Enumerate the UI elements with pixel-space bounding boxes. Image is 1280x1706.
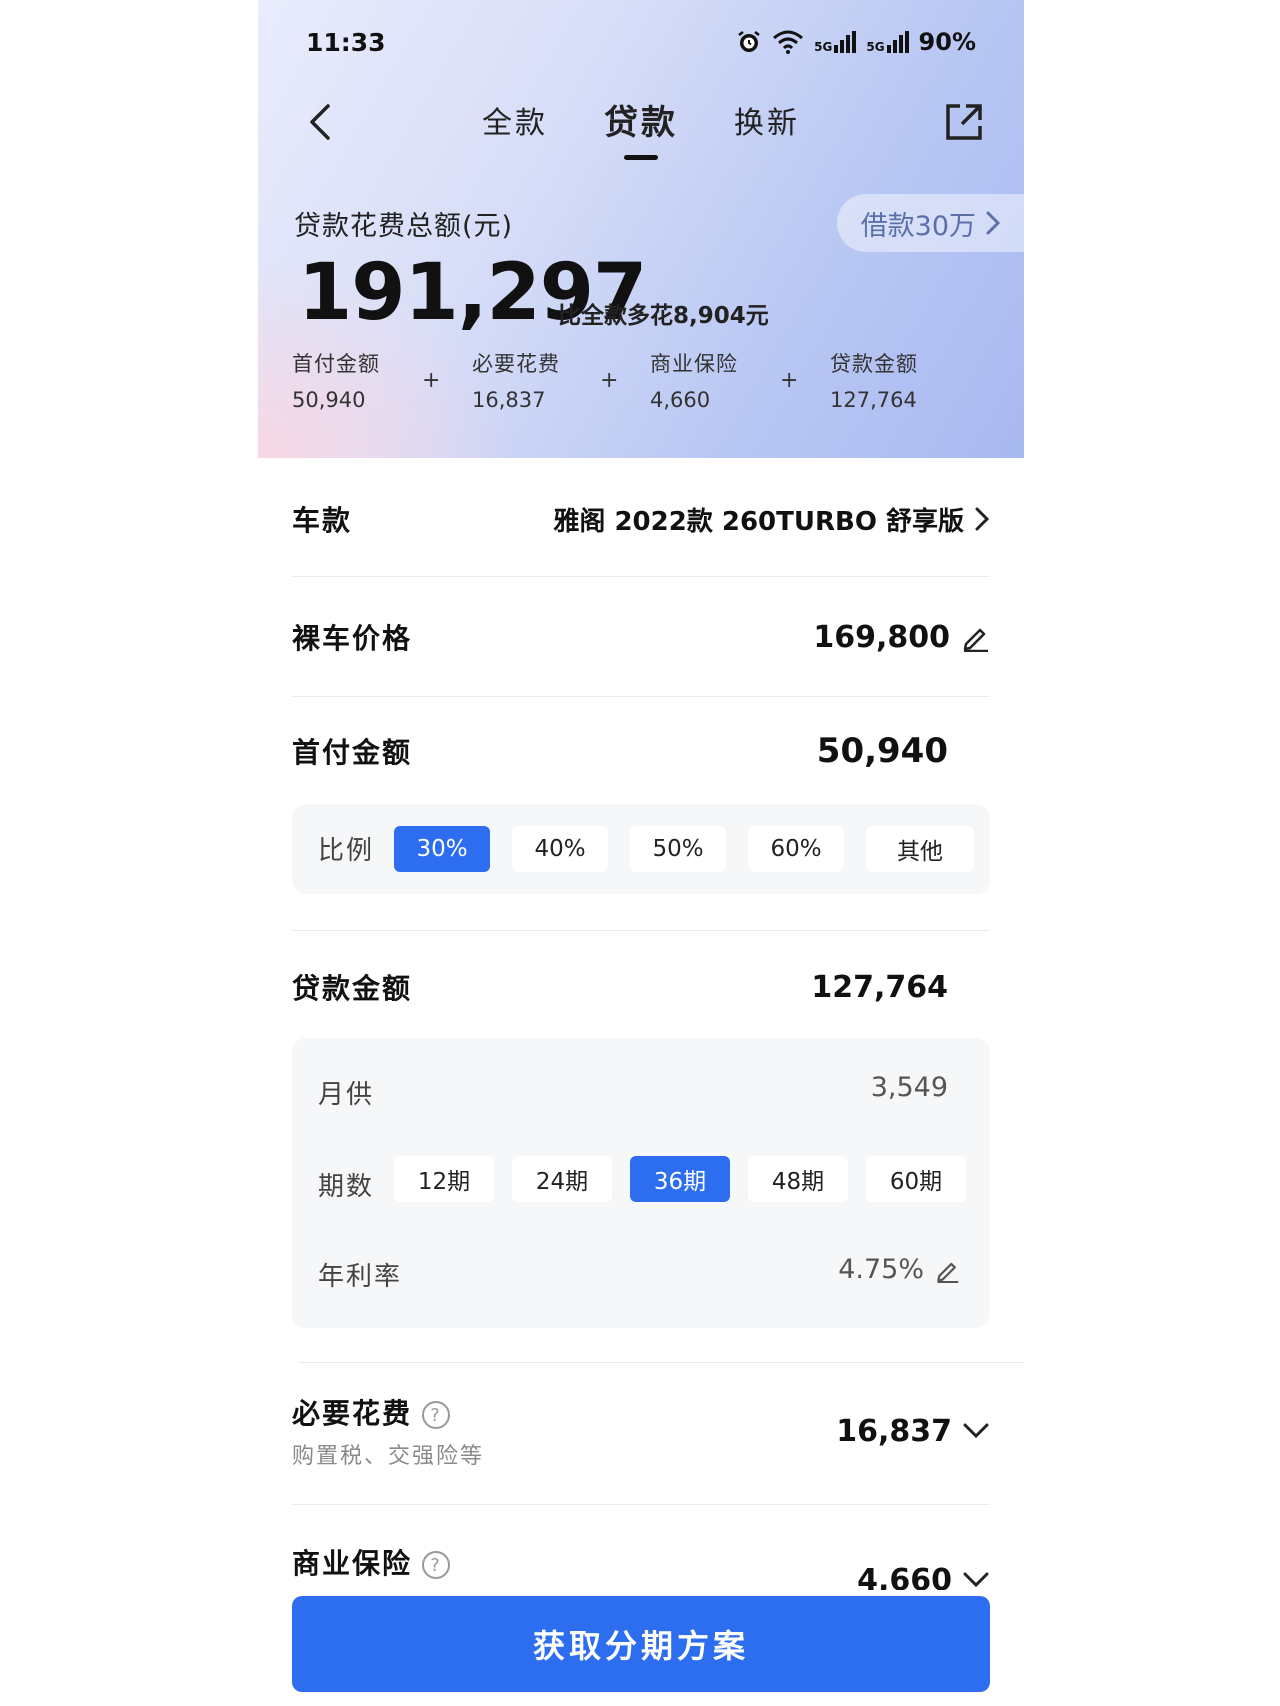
- car-model-label: 车款: [292, 504, 353, 537]
- ratio-option-30[interactable]: 30%: [394, 826, 490, 872]
- wifi-icon: [773, 30, 804, 54]
- chevron-down-icon: [963, 1572, 989, 1588]
- ratio-option-40[interactable]: 40%: [512, 826, 608, 872]
- edit-pencil-icon[interactable]: [934, 1257, 960, 1283]
- summary-header: 11:33 5G 5G 90% 全款 贷款 换新 贷款花费总额(元) 借款30万…: [258, 0, 1024, 458]
- chevron-right-icon: [986, 211, 1001, 235]
- cost-breakdown: 首付金额 50,940 + 必要花费 16,837 + 商业保险 4,660 +…: [292, 348, 992, 418]
- get-installment-plan-button[interactable]: 获取分期方案: [292, 1596, 990, 1692]
- breakdown-loan-amount: 贷款金额 127,764: [830, 352, 918, 412]
- divider: [298, 1362, 1024, 1363]
- necessary-costs-label: 必要花费: [292, 1397, 413, 1430]
- chevron-down-icon: [963, 1423, 989, 1439]
- divider: [292, 696, 990, 697]
- divider: [292, 930, 990, 931]
- down-payment-value: 50,940: [816, 731, 948, 771]
- status-time: 11:33: [306, 28, 386, 57]
- top-nav: 全款 贷款 换新: [258, 90, 1024, 160]
- share-icon[interactable]: [944, 102, 984, 142]
- annual-rate-value: 4.75%: [838, 1254, 924, 1285]
- necessary-costs-value: 16,837: [836, 1413, 952, 1449]
- status-bar: 11:33 5G 5G 90%: [258, 22, 1024, 66]
- ratio-label: 比例: [318, 836, 375, 866]
- ratio-options: 30% 40% 50% 60% 其他: [394, 826, 974, 872]
- borrow-amount-label: 借款30万: [860, 210, 976, 242]
- alarm-icon: [738, 31, 760, 52]
- term-options: 12期 24期 36期 48期 60期: [394, 1156, 966, 1202]
- status-icons: 5G 5G 90%: [736, 28, 976, 56]
- divider: [292, 576, 990, 577]
- tab-trade-in[interactable]: 换新: [734, 98, 800, 160]
- edit-pencil-icon[interactable]: [960, 622, 990, 652]
- help-icon[interactable]: ?: [422, 1401, 451, 1429]
- breakdown-down-payment: 首付金额 50,940: [292, 352, 380, 412]
- monthly-payment-label: 月供: [318, 1080, 375, 1110]
- battery-level: 90%: [918, 28, 976, 56]
- term-option-48[interactable]: 48期: [748, 1156, 848, 1202]
- signal-icon: 5G: [814, 31, 857, 53]
- ratio-panel: 比例 30% 40% 50% 60% 其他: [292, 804, 990, 894]
- base-price-label: 裸车价格: [292, 622, 413, 655]
- loan-amount-value: 127,764: [811, 969, 948, 1005]
- chevron-right-icon: [975, 507, 990, 531]
- necessary-costs-subtitle: 购置税、交强险等: [292, 1444, 485, 1469]
- breakdown-necessary-costs: 必要花费 16,837: [472, 352, 560, 412]
- loan-amount-row: 贷款金额 127,764: [292, 962, 990, 1012]
- loan-detail-panel: 月供 3,549 期数 12期 24期 36期 48期 60期 年利率 4.75…: [292, 1038, 990, 1328]
- plus-sign: +: [600, 368, 619, 393]
- car-model-value: 雅阁 2022款 260TURBO 舒享版: [553, 506, 964, 537]
- plus-sign: +: [780, 368, 799, 393]
- phone-screen: 11:33 5G 5G 90% 全款 贷款 换新 贷款花费总额(元) 借款30万…: [258, 0, 1024, 1706]
- monthly-payment-value: 3,549: [870, 1072, 948, 1103]
- extra-cost-vs-full: 比全款多花8,904元: [558, 303, 769, 329]
- base-price-row: 裸车价格 169,800: [292, 612, 990, 662]
- ratio-option-60[interactable]: 60%: [748, 826, 844, 872]
- help-icon[interactable]: ?: [422, 1551, 451, 1579]
- car-model-row[interactable]: 车款 雅阁 2022款 260TURBO 舒享版: [292, 494, 990, 544]
- divider: [292, 1504, 990, 1505]
- borrow-amount-button[interactable]: 借款30万: [836, 194, 1024, 252]
- down-payment-label: 首付金额: [292, 736, 413, 769]
- breakdown-commercial-insurance: 商业保险 4,660: [650, 352, 738, 412]
- base-price-value: 169,800: [813, 619, 950, 655]
- term-option-24[interactable]: 24期: [512, 1156, 612, 1202]
- term-option-36[interactable]: 36期: [630, 1156, 730, 1202]
- tab-loan[interactable]: 贷款: [604, 95, 678, 160]
- down-payment-row: 首付金额 50,940: [292, 726, 990, 776]
- term-option-60[interactable]: 60期: [866, 1156, 966, 1202]
- commercial-insurance-value: 4,660: [857, 1562, 952, 1591]
- loan-amount-label: 贷款金额: [292, 972, 413, 1005]
- payment-tabs: 全款 贷款 换新: [258, 98, 1024, 160]
- necessary-costs-row[interactable]: 必要花费? 购置税、交强险等 16,837: [292, 1396, 990, 1469]
- total-cost-label: 贷款花费总额(元): [294, 211, 514, 242]
- signal-icon-2: 5G: [866, 31, 909, 53]
- term-label: 期数: [318, 1172, 375, 1202]
- commercial-insurance-row[interactable]: 商业保险? 4,660: [292, 1534, 990, 1590]
- ratio-option-50[interactable]: 50%: [630, 826, 726, 872]
- tab-full-payment[interactable]: 全款: [482, 98, 548, 160]
- commercial-insurance-label: 商业保险: [292, 1547, 413, 1580]
- term-option-12[interactable]: 12期: [394, 1156, 494, 1202]
- plus-sign: +: [422, 368, 441, 393]
- ratio-option-other[interactable]: 其他: [866, 826, 974, 872]
- annual-rate-label: 年利率: [318, 1262, 403, 1292]
